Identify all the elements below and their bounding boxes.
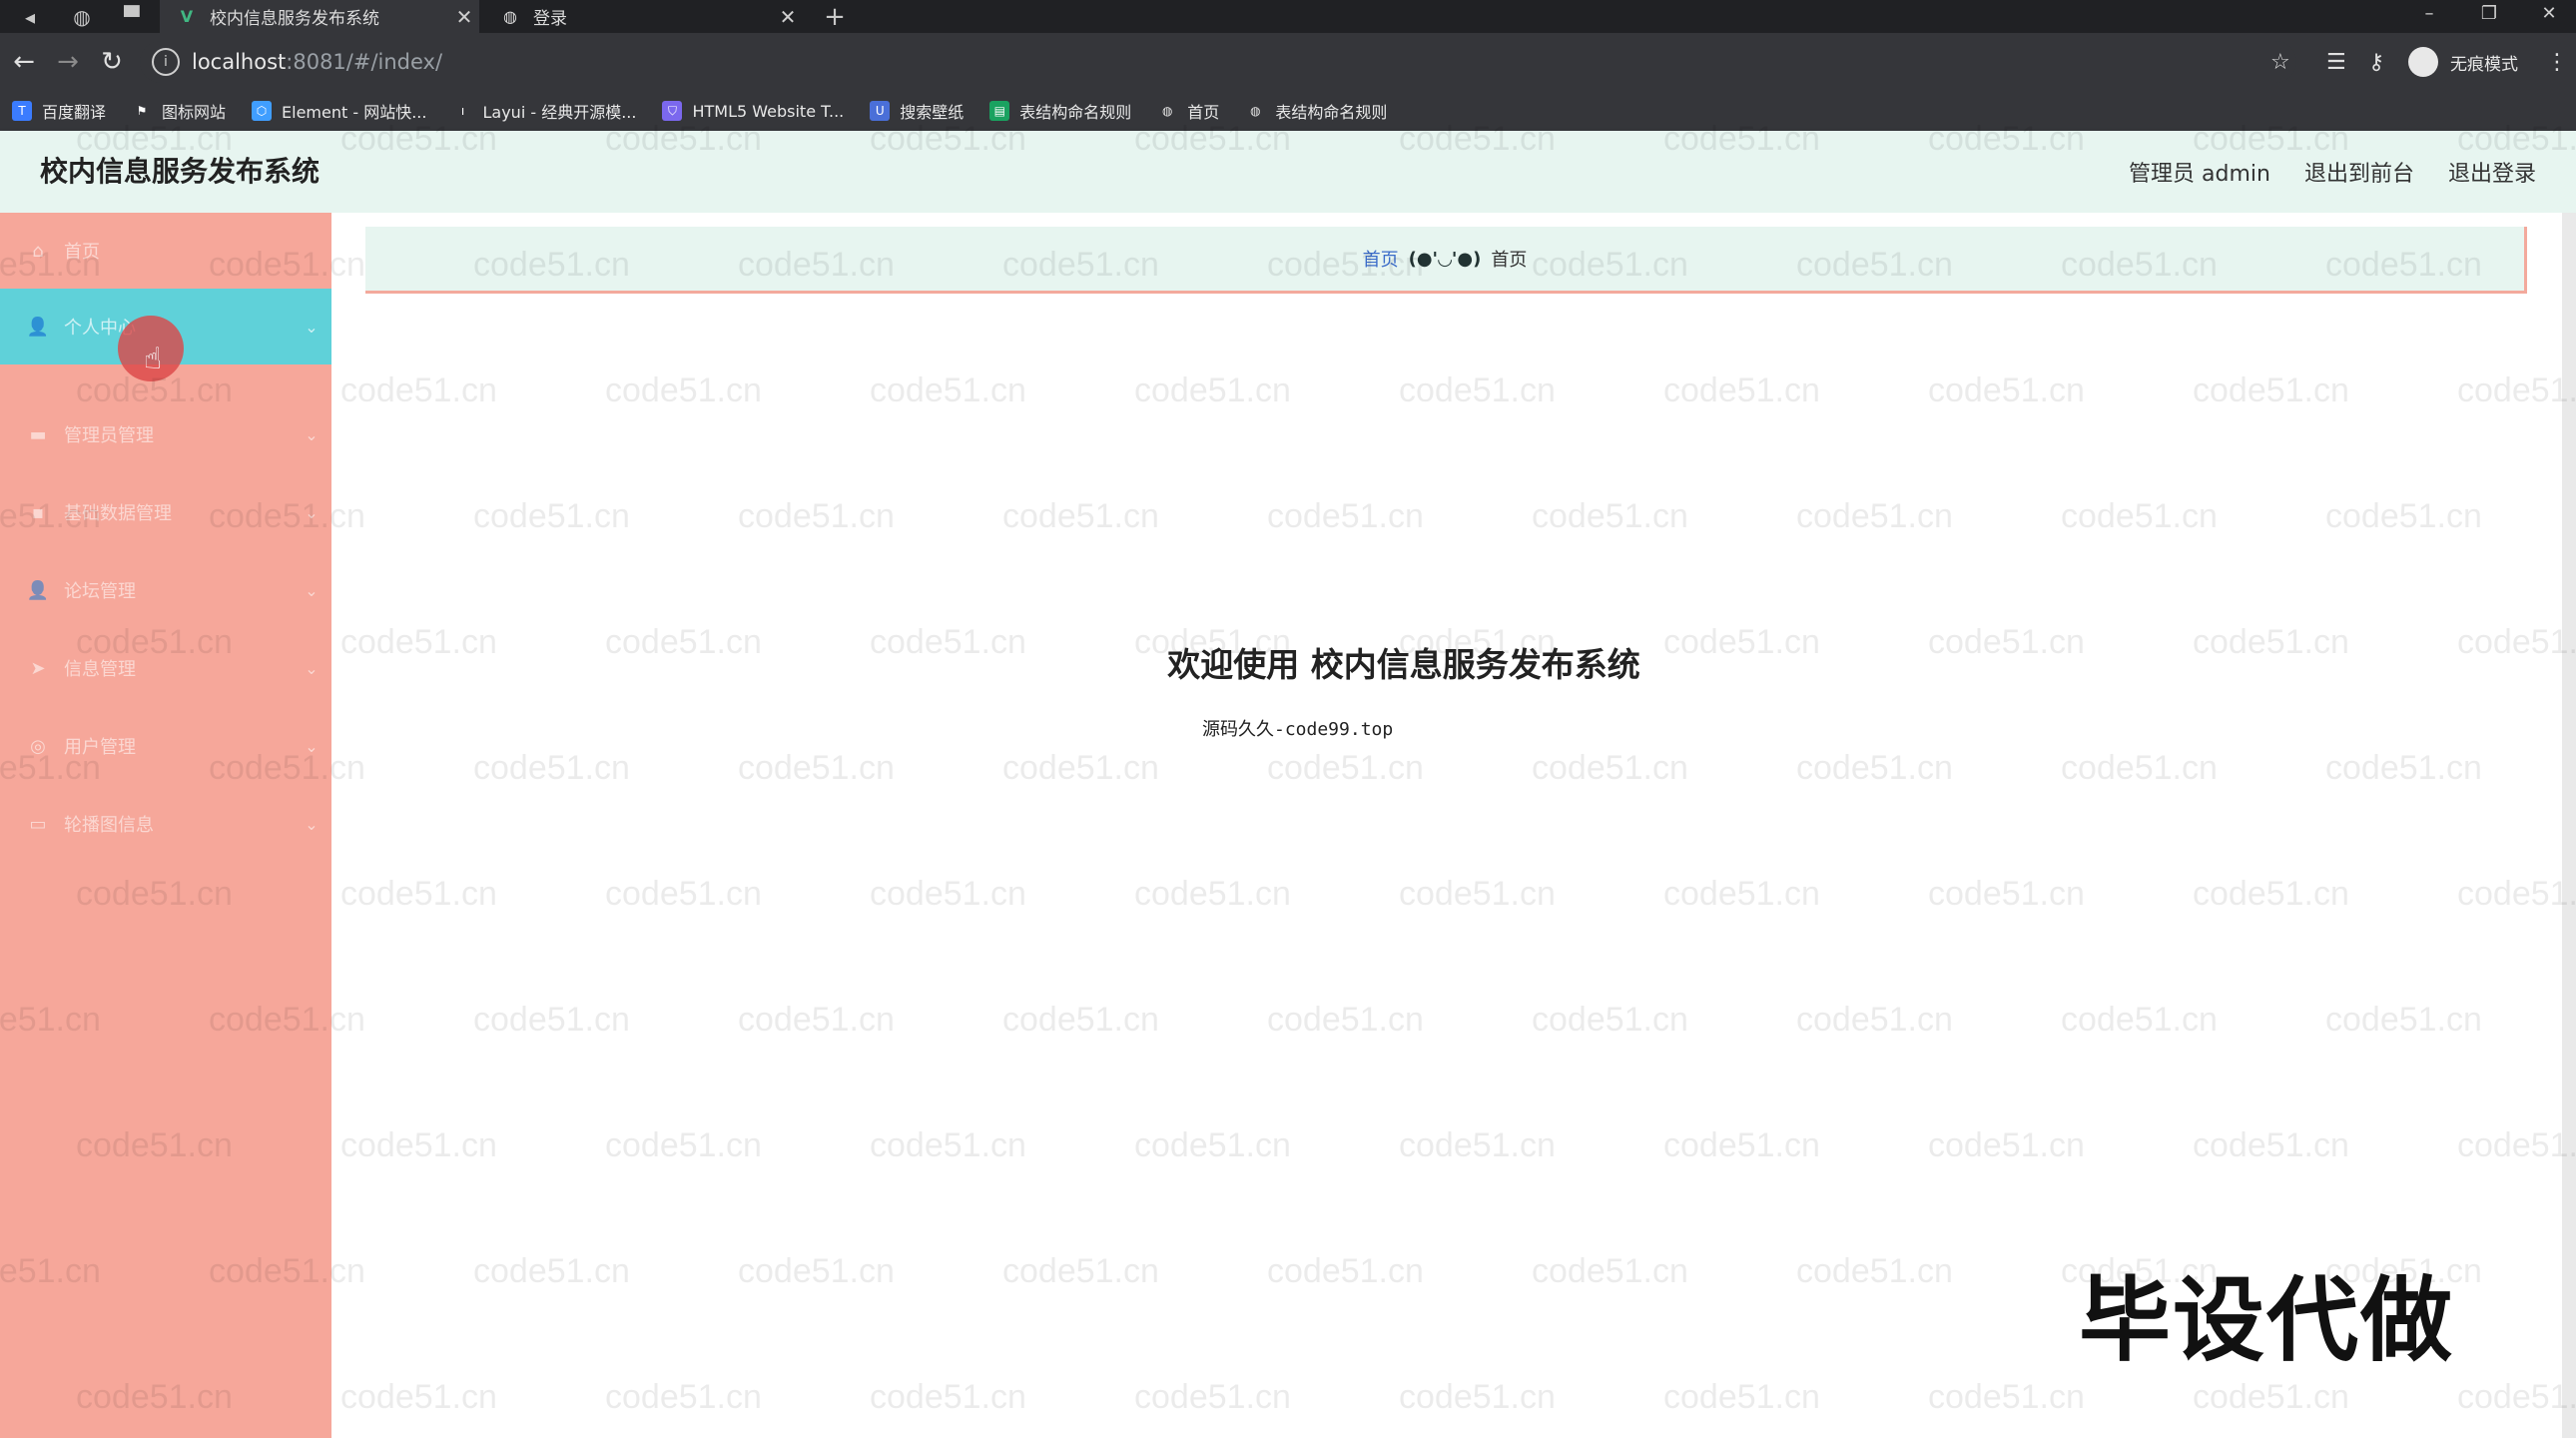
home-icon: ⌂ [32,240,44,262]
sidebar-item-carousel[interactable]: ▭ 轮播图信息 ⌄ [0,786,331,862]
incognito-label: 无痕模式 [2450,54,2518,75]
tab-search-icon[interactable]: ▀ [112,0,152,33]
close-window-icon[interactable]: ✕ [2524,0,2574,26]
globe-icon: ◍ [503,7,517,26]
app-title: 校内信息服务发布系统 [40,155,321,188]
minimize-icon[interactable]: – [2404,0,2454,26]
incognito-indicator[interactable]: 无痕模式 [2408,43,2518,81]
globe-icon: ◍ [1250,104,1261,118]
chevron-down-icon: ⌄ [305,814,319,834]
sidebar-item-users[interactable]: ◎ 用户管理 ⌄ [0,708,331,784]
site-info-icon[interactable]: i [152,48,180,76]
page-scrollbar[interactable] [2562,213,2576,1438]
header-actions: 管理员 admin 退出到前台 退出登录 [2095,131,2536,213]
browser-toolbar: ← → ↻ i localhost:8081/#/index/ ☆ ☰ ⚷ 无痕… [0,33,2576,91]
url-host: localhost [192,50,287,74]
forward-icon[interactable]: → [48,33,88,91]
chevron-down-icon: ⌄ [305,424,319,444]
menu-dots-icon[interactable]: ⋮ [2546,33,2568,91]
hand-cursor-icon: ☝ [144,342,163,376]
bookmark-item[interactable]: T 百度翻译 [12,99,106,123]
bookmarks-bar: T 百度翻译 ⚑ 图标网站 ⬡ Element - 网站快... ı Layui - 经… [0,91,2576,131]
bookmark-item[interactable]: ◍ 首页 [1157,99,1219,123]
welcome-heading: 欢迎使用 校内信息服务发布系统 [1167,645,1640,684]
vue-logo-icon: V [180,7,194,26]
globe-icon: ◍ [1162,104,1173,118]
close-tab-icon[interactable]: ✕ [773,5,803,29]
element-logo-icon: ⬡ [252,101,273,121]
new-tab-icon[interactable]: + [815,0,855,33]
database-icon: ▪ [31,501,45,523]
restore-icon[interactable]: ❐ [2464,0,2514,26]
close-tab-icon[interactable]: ✕ [449,5,479,29]
breadcrumb-current: 首页 [1491,250,1528,271]
stamp-text: 毕设代做 [2079,1267,2455,1374]
chevron-down-icon: ⌄ [305,658,319,678]
browser-tab-active[interactable]: V 校内信息服务发布系统 ✕ [160,0,479,33]
app-header: 校内信息服务发布系统 管理员 admin 退出到前台 退出登录 [0,131,2576,213]
chevron-down-icon: ⌄ [305,502,319,522]
exit-to-front-link[interactable]: 退出到前台 [2304,156,2414,188]
incognito-icon [2408,47,2438,77]
bookmark-item[interactable]: ⛉ HTML5 Website T... [662,101,844,121]
browser-tab[interactable]: ◍ 登录 ✕ [483,0,803,33]
bookmark-item[interactable]: ⚑ 图标网站 [132,99,226,123]
sidebar-item-info[interactable]: ➤ 信息管理 ⌄ [0,630,331,706]
logout-link[interactable]: 退出登录 [2448,156,2536,188]
layui-logo-icon: ı [460,104,465,118]
back-icon[interactable]: ← [4,33,44,91]
breadcrumb-separator: (●'◡'●) [1408,248,1482,270]
sidebar-item-basic-data[interactable]: ▪ 基础数据管理 ⌄ [0,474,331,550]
breadcrumb-home-link[interactable]: 首页 [1363,246,1399,272]
bookmark-item[interactable]: U 搜索壁纸 [870,99,964,123]
reload-icon[interactable]: ↻ [92,33,132,91]
chevron-down-icon: ⌄ [305,736,319,756]
sidebar-item-admin[interactable]: ▬ 管理员管理 ⌄ [0,396,331,472]
translate-icon: T [12,101,32,121]
users-icon: ◎ [30,735,46,757]
current-user: 管理员 admin [2129,162,2270,187]
sheet-icon: ▤ [989,101,1010,121]
bookmark-item[interactable]: ı Layui - 经典开源模... [452,99,637,123]
breadcrumb: 首页 (●'◡'●) 首页 [365,227,2527,294]
bookmark-star-icon[interactable]: ☆ [2270,33,2290,91]
bookmark-item[interactable]: ▤ 表结构命名规则 [989,99,1131,123]
image-icon: ▭ [29,813,47,835]
tab-title: 登录 [533,9,567,29]
bookmark-item[interactable]: ◍ 表结构命名规则 [1245,99,1387,123]
send-icon: ➤ [30,657,46,679]
sidebar-item-forum[interactable]: 👤 论坛管理 ⌄ [0,552,331,628]
user-icon: 👤 [26,316,50,338]
speaker-icon[interactable]: ◂ [10,0,50,33]
reading-list-icon[interactable]: ☰ [2326,33,2346,91]
address-bar[interactable]: i localhost:8081/#/index/ [140,41,2296,83]
flag-icon: ⚑ [136,104,148,118]
forum-icon: 👤 [26,579,50,601]
sidebar: ⌂ 首页 👤 个人中心 ⌄ ▬ 管理员管理 ⌄ ▪ 基础数据管理 ⌄ 👤 论坛管… [0,213,331,1438]
chevron-down-icon: ⌄ [305,580,319,600]
url-path: :8081/#/index/ [286,50,443,74]
browser-tab-strip: ◂ ◍ ▀ V 校内信息服务发布系统 ✕ ◍ 登录 ✕ + – ❐ ✕ [0,0,2576,33]
sidebar-item-home[interactable]: ⌂ 首页 [0,213,331,289]
wallpaper-icon: U [870,101,891,121]
chevron-down-icon: ⌄ [305,317,319,337]
welcome-subline: 源码久久-code99.top [1202,719,1394,740]
tab-title: 校内信息服务发布系统 [210,9,379,29]
globe-icon[interactable]: ◍ [62,0,102,33]
bookmark-item[interactable]: ⬡ Element - 网站快... [252,99,426,123]
html5-icon: ⛉ [662,101,683,121]
key-icon[interactable]: ⚷ [2368,33,2384,91]
admin-icon: ▬ [29,423,47,445]
